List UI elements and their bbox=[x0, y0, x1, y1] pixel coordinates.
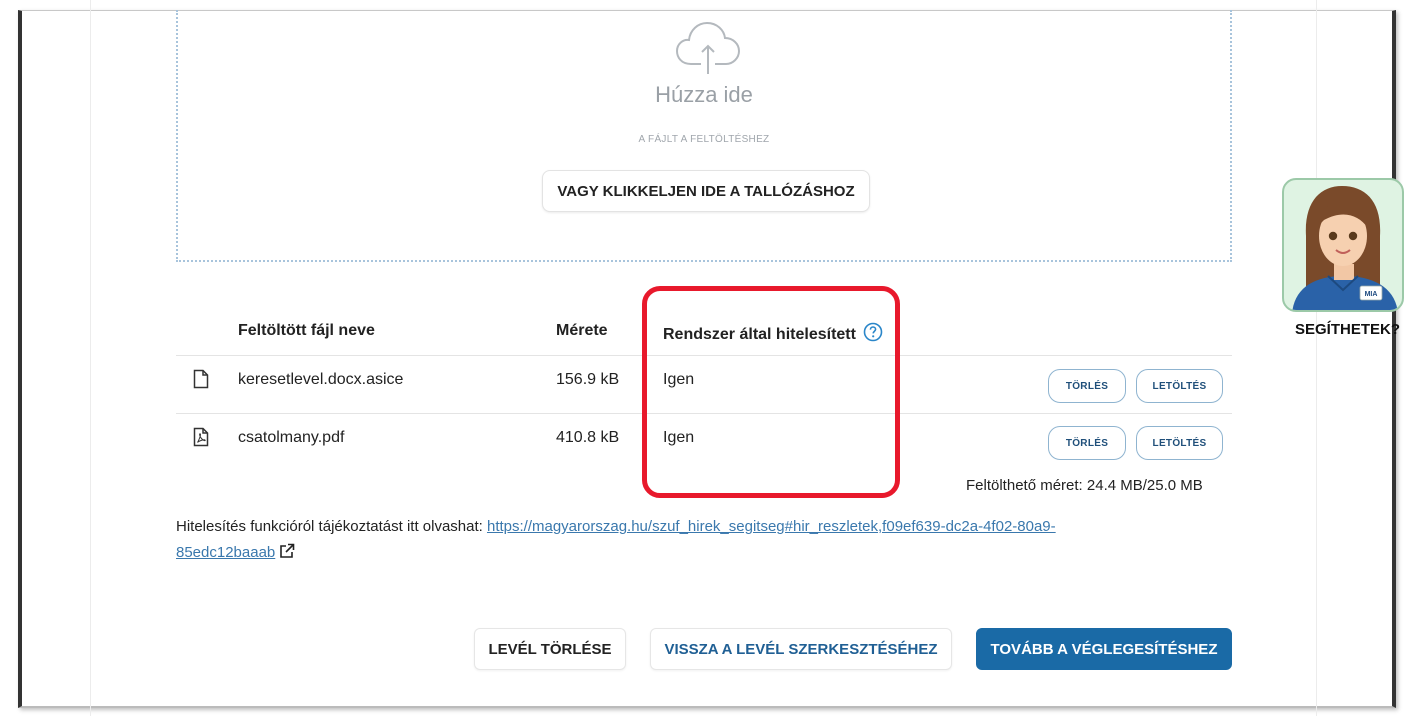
info-link-line2: 85edc12baaab bbox=[176, 544, 276, 561]
external-link-icon bbox=[280, 543, 295, 558]
drop-title: Húzza ide bbox=[655, 82, 753, 107]
file-name: keresetlevel.docx.asice bbox=[238, 371, 404, 388]
upload-quota: Feltölthető méret: 24.4 MB/25.0 MB bbox=[966, 477, 1203, 494]
file-size: 410.8 kB bbox=[556, 429, 620, 446]
delete-file-button[interactable]: TÖRLÉS bbox=[1048, 369, 1126, 403]
column-header-name: Feltöltött fájl neve bbox=[238, 322, 375, 339]
file-size: 156.9 kB bbox=[556, 371, 620, 388]
browse-button[interactable]: VAGY KLIKKELJEN IDE A TALLÓZÁSHOZ bbox=[542, 170, 870, 212]
cloud-upload-icon bbox=[675, 21, 741, 74]
file-name: csatolmany.pdf bbox=[238, 429, 345, 446]
info-link-line1: https://magyarorszag.hu/szuf_hirek_segit… bbox=[486, 518, 1056, 535]
assistant-label[interactable]: SEGÍTHETEK? bbox=[1295, 321, 1400, 338]
continue-to-finalize-button[interactable]: TOVÁBB A VÉGLEGESÍTÉSHEZ bbox=[976, 628, 1232, 670]
column-header-size: Mérete bbox=[556, 322, 608, 339]
download-file-button[interactable]: LETÖLTÉS bbox=[1136, 369, 1223, 403]
assistant-avatar: MIA bbox=[1292, 186, 1398, 310]
assistant-widget[interactable]: MIA bbox=[1282, 178, 1404, 312]
info-text: Hitelesítés funkcióról tájékoztatást itt… bbox=[176, 518, 487, 535]
document-icon bbox=[193, 369, 209, 389]
layout-guide bbox=[90, 0, 91, 716]
verified-column-highlight bbox=[642, 286, 900, 498]
layout-guide bbox=[1316, 0, 1317, 716]
assistant-badge: MIA bbox=[1365, 291, 1378, 298]
verification-info: Hitelesítés funkcióról tájékoztatást itt… bbox=[176, 514, 1236, 566]
back-to-edit-button[interactable]: VISSZA A LEVÉL SZERKESZTÉSÉHEZ bbox=[650, 628, 952, 670]
pdf-file-icon bbox=[193, 427, 209, 447]
delete-letter-button[interactable]: LEVÉL TÖRLÉSE bbox=[474, 628, 626, 670]
download-file-button[interactable]: LETÖLTÉS bbox=[1136, 426, 1223, 460]
file-drop-zone[interactable]: Húzza ide A FÁJLT A FELTÖLTÉSHEZ VAGY KL… bbox=[176, 10, 1232, 262]
drop-subtitle: A FÁJLT A FELTÖLTÉSHEZ bbox=[638, 134, 770, 145]
delete-file-button[interactable]: TÖRLÉS bbox=[1048, 426, 1126, 460]
